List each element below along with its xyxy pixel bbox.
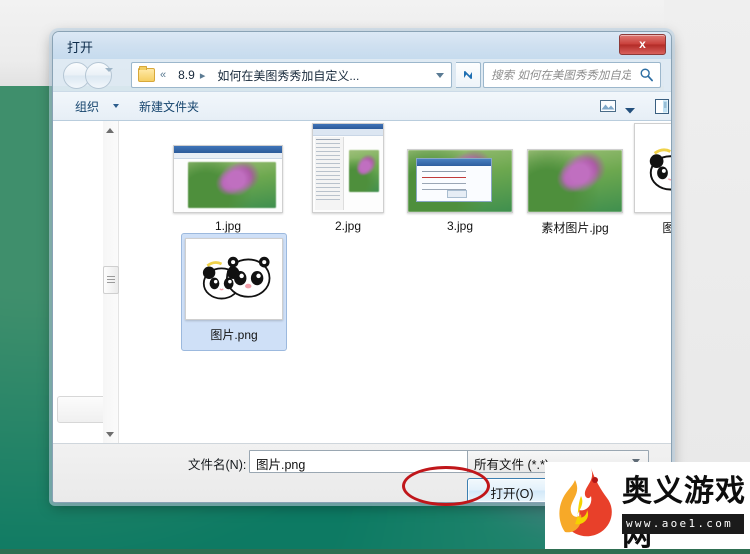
file-thumbnail — [527, 149, 623, 213]
address-bar[interactable]: « 8.9 ▸ 如何在美图秀秀加自定义... — [131, 62, 452, 88]
navigation-pane[interactable] — [53, 121, 107, 444]
title-bar: 打开 x — [53, 32, 671, 59]
new-folder-button[interactable]: 新建文件夹 — [139, 98, 199, 115]
file-thumbnail — [185, 238, 283, 320]
list-item[interactable]: 1.jpg — [169, 133, 287, 233]
file-name: 素材图片.jpg — [541, 221, 609, 235]
breadcrumb-current[interactable]: 如何在美图秀秀加自定义... — [217, 67, 359, 84]
scroll-up-arrow-icon[interactable] — [106, 128, 114, 133]
file-thumbnail — [312, 123, 384, 213]
search-input[interactable]: 搜索 如何在美图秀秀加自定... — [483, 62, 661, 88]
panda-artwork — [186, 239, 282, 319]
organize-button[interactable]: 组织 — [75, 98, 99, 115]
browser-area: 1.jpg 2.jpg 3.jpg 素材图片.jpg 图片.png — [53, 120, 671, 444]
chevron-down-icon[interactable] — [436, 73, 444, 78]
navigation-buttons — [63, 62, 125, 89]
watermark: 奥义游戏网 www.aoe1.com — [545, 462, 750, 553]
list-item[interactable]: 2.jpg — [289, 123, 407, 233]
watermark-brand: 奥义游戏网 — [622, 474, 746, 553]
refresh-button[interactable] — [456, 62, 481, 88]
list-item[interactable]: 素材图片.jpg — [513, 133, 637, 236]
page-title: 打开 — [67, 40, 94, 55]
command-bar: 组织 新建文件夹 ? — [53, 91, 671, 122]
search-icon — [640, 68, 653, 82]
breadcrumb-overflow[interactable]: « — [160, 69, 166, 81]
close-button[interactable]: x — [619, 34, 666, 55]
open-file-dialog: 打开 x « 8.9 ▸ 如何在美图秀秀加自定义... 搜索 如何在美图秀秀加自… — [52, 31, 672, 503]
file-list[interactable]: 1.jpg 2.jpg 3.jpg 素材图片.jpg 图片.png — [119, 121, 671, 444]
details-pane-icon[interactable] — [652, 96, 671, 121]
list-item-selected[interactable]: 图片.png — [181, 233, 287, 351]
breadcrumb-root[interactable]: 8.9 — [178, 68, 195, 82]
filename-value: 图片.png — [256, 458, 306, 472]
file-name: 图片.jpg — [625, 219, 671, 236]
list-item[interactable]: 3.jpg — [401, 133, 519, 233]
open-button[interactable]: 打开(O) — [467, 478, 557, 502]
recent-locations-icon[interactable] — [105, 68, 113, 72]
scroll-down-arrow-icon[interactable] — [106, 432, 114, 437]
scrollbar-thumb[interactable] — [103, 266, 119, 294]
refresh-icon — [463, 70, 473, 80]
folder-icon — [138, 66, 155, 82]
file-thumbnail — [173, 145, 283, 213]
filetype-value: 所有文件 (*.*) — [474, 458, 550, 472]
open-button-label: 打开(O) — [490, 487, 534, 501]
file-thumbnail — [634, 123, 671, 213]
list-item[interactable]: 图片.jpg — [625, 123, 671, 236]
filename-label: 文件名(N): — [188, 458, 247, 472]
watermark-url: www.aoe1.com — [626, 517, 734, 530]
flame-logo-icon — [559, 468, 612, 537]
search-placeholder: 搜索 如何在美图秀秀加自定... — [491, 70, 631, 82]
nav-pane-item[interactable] — [57, 396, 107, 423]
watermark-url-bar: www.aoe1.com — [622, 514, 744, 534]
chevron-right-icon[interactable]: ▸ — [200, 69, 206, 82]
file-name: 1.jpg — [214, 219, 242, 233]
file-name: 2.jpg — [334, 219, 362, 233]
preview-pane-icon[interactable] — [598, 96, 618, 121]
chevron-down-icon[interactable] — [113, 104, 119, 108]
panda-artwork — [635, 124, 671, 212]
vertical-scrollbar[interactable] — [103, 121, 119, 444]
file-thumbnail — [407, 149, 513, 213]
forward-button[interactable] — [85, 62, 112, 89]
chevron-down-icon[interactable] — [624, 102, 636, 120]
file-name: 3.jpg — [446, 219, 474, 233]
address-row: « 8.9 ▸ 如何在美图秀秀加自定义... 搜索 如何在美图秀秀加自定... — [53, 59, 671, 91]
file-name: 图片.png — [210, 328, 258, 342]
